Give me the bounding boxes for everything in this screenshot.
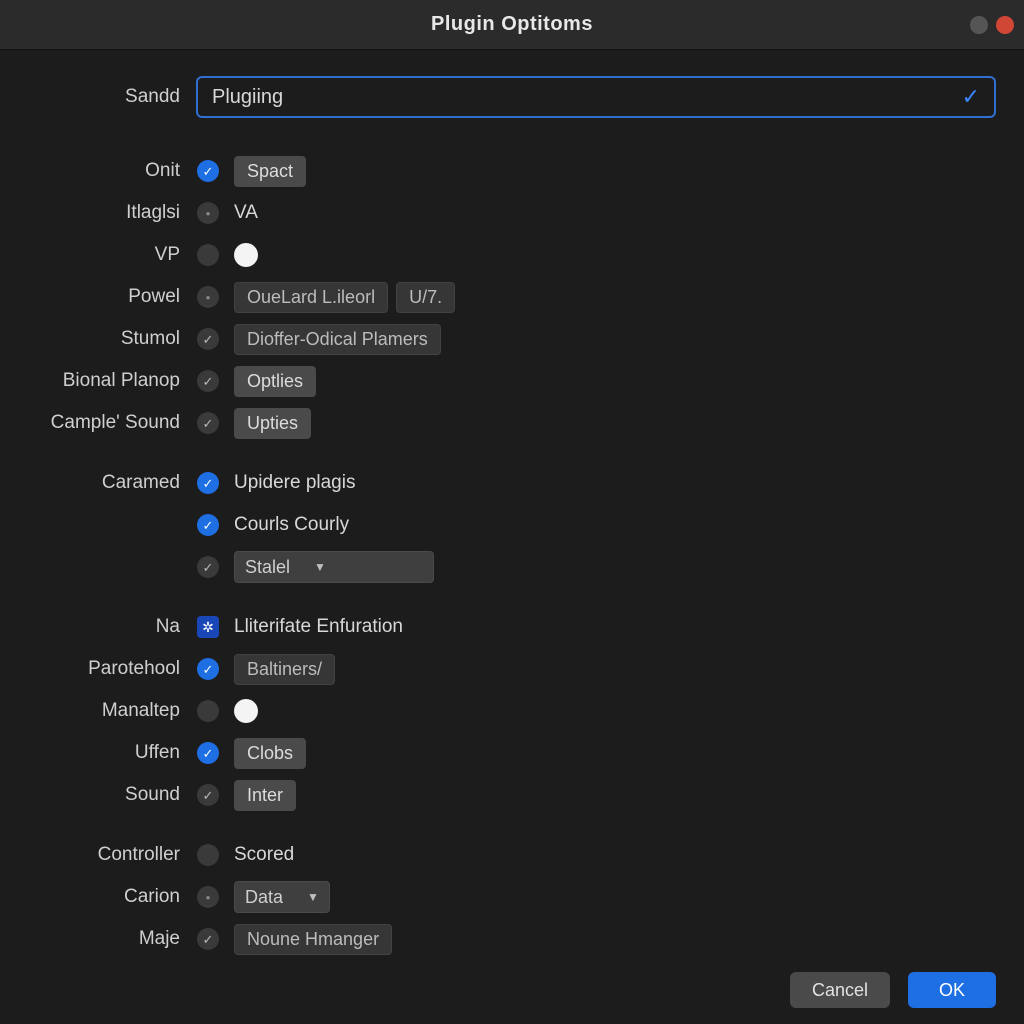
titlebar: Plugin Optitoms: [0, 0, 1024, 50]
search-input-value: Plugiing: [212, 86, 283, 109]
search-input[interactable]: Plugiing ✓: [196, 76, 996, 118]
itlaglsi-value: VA: [234, 202, 258, 224]
bional-checkbox[interactable]: ✓: [197, 370, 219, 392]
onit-label: Onit: [10, 160, 182, 182]
manaltep-color-swatch[interactable]: [234, 699, 258, 723]
maje-checkbox[interactable]: ✓: [197, 928, 219, 950]
onit-chip[interactable]: Spact: [234, 156, 306, 187]
dialog-footer: Cancel OK: [790, 972, 996, 1008]
itlaglsi-label: Itlaglsi: [10, 202, 182, 224]
bional-chip[interactable]: Optlies: [234, 366, 316, 397]
search-label: Sandd: [10, 86, 182, 108]
vp-color-swatch[interactable]: [234, 243, 258, 267]
vp-label: VP: [10, 244, 182, 266]
ok-button[interactable]: OK: [908, 972, 996, 1008]
na-text: Lliterifate Enfuration: [234, 616, 403, 638]
checkmark-icon[interactable]: ✓: [962, 84, 980, 110]
stalel-select-value: Stalel: [245, 557, 290, 578]
cample-chip[interactable]: Upties: [234, 408, 311, 439]
carion-select-value: Data: [245, 887, 283, 908]
sound-chip[interactable]: Inter: [234, 780, 296, 811]
cample-checkbox[interactable]: ✓: [197, 412, 219, 434]
window-title: Plugin Optitoms: [431, 13, 593, 36]
cample-label: Cample' Sound: [10, 412, 182, 434]
options-form: Sandd Plugiing ✓ Onit ✓ Spact Itlaglsi •…: [0, 50, 1024, 960]
powel-chip-2[interactable]: U/7.: [396, 282, 455, 313]
na-label: Na: [10, 616, 182, 638]
maje-label: Maje: [10, 928, 182, 950]
parotehool-checkbox[interactable]: ✓: [197, 658, 219, 680]
manaltep-checkbox[interactable]: [197, 700, 219, 722]
bional-label: Bional Planop: [10, 370, 182, 392]
powel-chip-1[interactable]: OueLard L.ileorl: [234, 282, 388, 313]
parotehool-chip[interactable]: Baltiners/: [234, 654, 335, 685]
chevron-down-icon: ▼: [307, 890, 319, 904]
controller-icon[interactable]: [197, 844, 219, 866]
stumol-checkbox[interactable]: ✓: [197, 328, 219, 350]
maje-chip[interactable]: Noune Hmanger: [234, 924, 392, 955]
minimize-icon[interactable]: [970, 16, 988, 34]
carion-select[interactable]: Data ▼: [234, 881, 330, 913]
carion-radio[interactable]: •: [197, 886, 219, 908]
itlaglsi-radio[interactable]: •: [197, 202, 219, 224]
stumol-label: Stumol: [10, 328, 182, 350]
caramed-checkbox[interactable]: ✓: [197, 472, 219, 494]
uffen-chip[interactable]: Clobs: [234, 738, 306, 769]
carion-label: Carion: [10, 886, 182, 908]
na-info-icon[interactable]: ✲: [197, 616, 219, 638]
vp-checkbox[interactable]: [197, 244, 219, 266]
manaltep-label: Manaltep: [10, 700, 182, 722]
powel-label: Powel: [10, 286, 182, 308]
chevron-down-icon: ▼: [314, 560, 326, 574]
parotehool-label: Parotehool: [10, 658, 182, 680]
caramed-text: Upidere plagis: [234, 472, 355, 494]
uffen-checkbox[interactable]: ✓: [197, 742, 219, 764]
cancel-button[interactable]: Cancel: [790, 972, 890, 1008]
sound-checkbox[interactable]: ✓: [197, 784, 219, 806]
courly-checkbox[interactable]: ✓: [197, 514, 219, 536]
powel-radio[interactable]: •: [197, 286, 219, 308]
uffen-label: Uffen: [10, 742, 182, 764]
stalel-select[interactable]: Stalel ▼: [234, 551, 434, 583]
window-controls: [970, 16, 1014, 34]
controller-label: Controller: [10, 844, 182, 866]
courly-text: Courls Courly: [234, 514, 349, 536]
stalel-checkbox[interactable]: ✓: [197, 556, 219, 578]
controller-text: Scored: [234, 844, 294, 866]
onit-checkbox[interactable]: ✓: [197, 160, 219, 182]
stumol-chip[interactable]: Dioffer-Odical Plamers: [234, 324, 441, 355]
caramed-label: Caramed: [10, 472, 182, 494]
close-icon[interactable]: [996, 16, 1014, 34]
sound-label: Sound: [10, 784, 182, 806]
